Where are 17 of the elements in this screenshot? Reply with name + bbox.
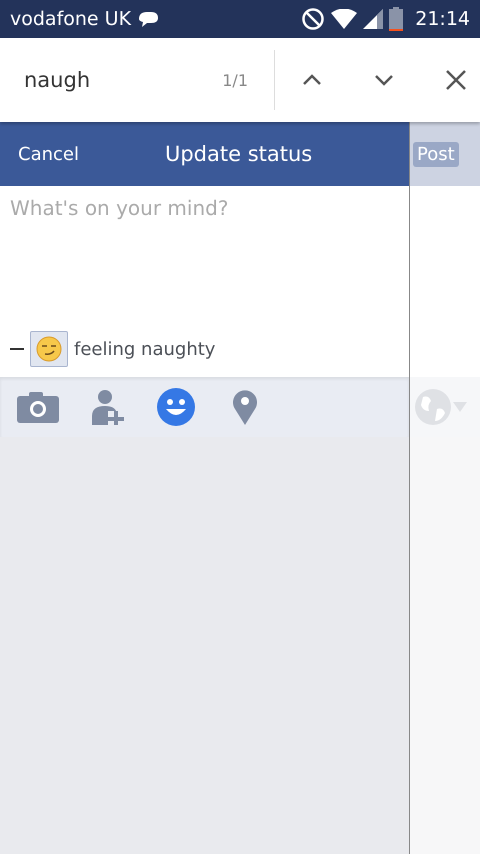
close-icon xyxy=(445,69,467,91)
feeling-text: feeling naughty xyxy=(74,338,216,360)
do-not-disturb-icon xyxy=(301,7,326,31)
search-query[interactable]: naugh xyxy=(24,68,90,92)
chevron-down-icon xyxy=(374,74,394,86)
notification-icon xyxy=(137,10,160,28)
cancel-button[interactable]: Cancel xyxy=(14,140,83,168)
dash-icon xyxy=(10,348,24,350)
match-count: 1/1 xyxy=(222,70,248,90)
header-title: Update status xyxy=(164,142,312,166)
carrier-name: vodafone UK xyxy=(10,8,132,30)
clock: 21:14 xyxy=(415,8,470,30)
signal-icon xyxy=(363,9,384,29)
wifi-icon xyxy=(331,9,358,29)
emoji-tag xyxy=(30,331,68,367)
battery-icon xyxy=(389,7,404,31)
chevron-up-icon xyxy=(302,74,322,86)
